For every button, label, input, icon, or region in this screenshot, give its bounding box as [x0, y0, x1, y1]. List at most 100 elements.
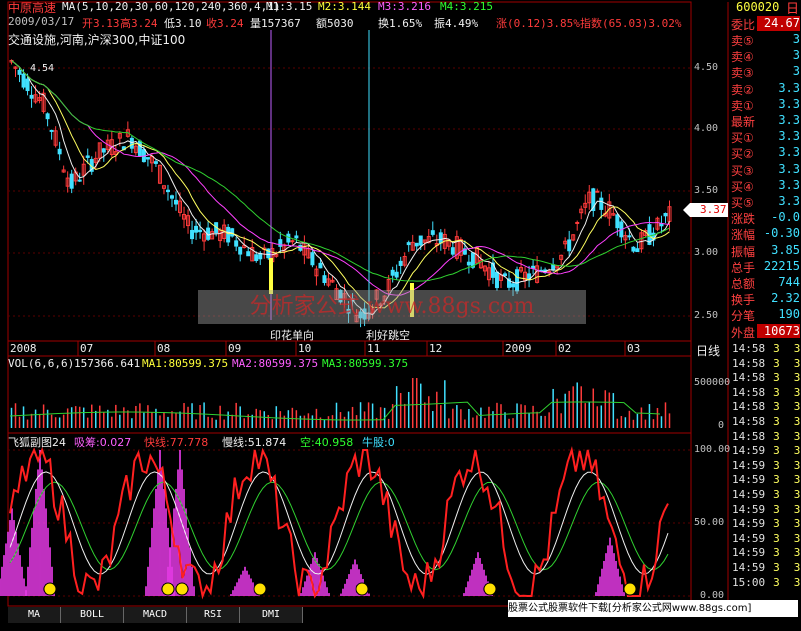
candle-body [318, 262, 323, 269]
ind-slow: 慢线:51.874 [222, 436, 287, 449]
tab-rsi[interactable]: RSI [187, 607, 240, 623]
quote-level-value: 3.85 [771, 242, 800, 257]
candle-body [406, 242, 411, 246]
candle-body [418, 235, 423, 246]
tick-time: 14:58 [732, 415, 766, 428]
quote-level-value: 190 [778, 307, 800, 322]
quote-level-label: 总额 [731, 277, 756, 291]
candle-body [631, 246, 636, 252]
ind-axis-label: 50.00 [694, 517, 725, 528]
tab-boll[interactable]: BOLL [61, 607, 124, 623]
tick-price: 3 [773, 561, 780, 574]
quote-level-label: 买⑤ [731, 196, 754, 210]
smiley-icon [623, 582, 637, 596]
date-axis-label: 12 [429, 342, 443, 355]
tick-time: 15:00 [732, 575, 766, 589]
quote-level-value: -0.30 [763, 226, 800, 241]
tick-time: 14:58 [732, 429, 766, 443]
candle-body [595, 190, 600, 193]
candle-body [85, 155, 90, 158]
quote-level-label: 买④ [731, 179, 754, 194]
tick-price: 3 [773, 400, 780, 414]
bar-change: 涨(0.12)3.85% [496, 17, 580, 30]
date-axis-label: 09 [228, 342, 242, 355]
short-line [9, 481, 669, 571]
quote-level-value: 22215 [763, 258, 800, 273]
bar-date: 2009/03/17 [8, 15, 75, 28]
quote-level-label: 最新 [731, 115, 756, 129]
period-label[interactable]: 日线 [696, 342, 720, 359]
date-axis-label: 08 [157, 342, 171, 355]
price-axis-label: 2.50 [694, 310, 719, 321]
ma-line [11, 60, 670, 316]
moving-average-lines [11, 60, 670, 316]
bar-amplitude: 振4.49% [434, 17, 479, 30]
annotation-stamp-duty: 印花单向 [270, 329, 314, 342]
tab-ma[interactable]: MA [8, 607, 61, 623]
tick-time: 14:58 [732, 356, 766, 370]
date-axis-label: 02 [558, 342, 572, 355]
tick-row: 14:59 3 3 [732, 503, 800, 516]
tick-time: 14:58 [732, 400, 766, 414]
bar-high: 高3.24 [120, 17, 158, 30]
tick-price: 3 [773, 415, 780, 428]
vol-ma3: MA3:80599.375 [322, 357, 409, 370]
tick-price: 3 [773, 488, 780, 501]
tick-row: 14:58 3 3 [732, 415, 800, 428]
candle-body [254, 254, 259, 262]
smiley-icon [355, 582, 369, 596]
ind-accum: 吸筹:0.027 [74, 436, 132, 449]
date-axis-label: 2008 [10, 342, 37, 355]
vol-value: 157366.641 [74, 357, 141, 370]
quote-level-value: 3 [792, 32, 800, 46]
tick-volume: 3 [793, 400, 801, 414]
quote-level-value: 3.3 [778, 129, 800, 144]
tick-volume: 3 [793, 342, 801, 355]
quote-level-value: 3.3 [778, 145, 800, 160]
tick-volume: 3 [793, 371, 801, 385]
tick-volume: 3 [793, 415, 801, 428]
candle-body [547, 270, 552, 273]
candle-body [278, 239, 283, 247]
quote-level-label: 振幅 [731, 244, 756, 259]
candle-body [599, 197, 604, 210]
tick-time: 14:59 [732, 531, 766, 545]
date-axis-label: 03 [627, 342, 641, 355]
tick-row: 14:59 3 3 [732, 517, 800, 530]
tick-time: 14:58 [732, 385, 766, 399]
current-price-value: 3.37 [700, 203, 727, 216]
candle-body [101, 148, 106, 153]
tick-time: 14:59 [732, 458, 766, 472]
tab-dmi[interactable]: DMI [240, 607, 303, 623]
ma-line [11, 60, 670, 296]
price-high-label: 4.54 [30, 63, 55, 74]
footer-link[interactable]: 股票公式股票软件下载[分析家公式网www.88gs.com] [508, 600, 798, 617]
ind-fast: 快线:77.778 [144, 436, 209, 449]
tick-price: 3 [773, 385, 780, 399]
candle-body [635, 248, 640, 253]
smiley-icon [483, 582, 497, 596]
refresh-icon[interactable]: 日 [786, 0, 799, 17]
candle-body [129, 137, 134, 149]
candle-body [145, 157, 150, 160]
tick-volume: 3 [793, 473, 801, 487]
candle-body [49, 129, 54, 132]
tick-price: 3 [773, 575, 780, 589]
candle-body [515, 269, 520, 292]
candle-body [551, 264, 556, 271]
quote-level-value: 10673 [757, 323, 800, 338]
candle-body [294, 235, 299, 239]
tick-time: 14:59 [732, 546, 766, 560]
tab-macd[interactable]: MACD [124, 607, 187, 623]
vol-ma1: MA1:80599.375 [142, 357, 229, 370]
quote-level-label: 外盘 [731, 325, 756, 340]
weibi-label: 委比 [731, 18, 756, 32]
quote-level-value: -0.0 [771, 210, 800, 225]
candle-body [21, 73, 26, 88]
candle-body [169, 195, 174, 199]
quote-level-label: 涨幅 [731, 228, 756, 243]
candle-body [198, 229, 203, 233]
tick-price: 3 [773, 517, 780, 531]
tick-time: 14:59 [732, 488, 766, 501]
quote-level-value: 3 [792, 48, 800, 63]
